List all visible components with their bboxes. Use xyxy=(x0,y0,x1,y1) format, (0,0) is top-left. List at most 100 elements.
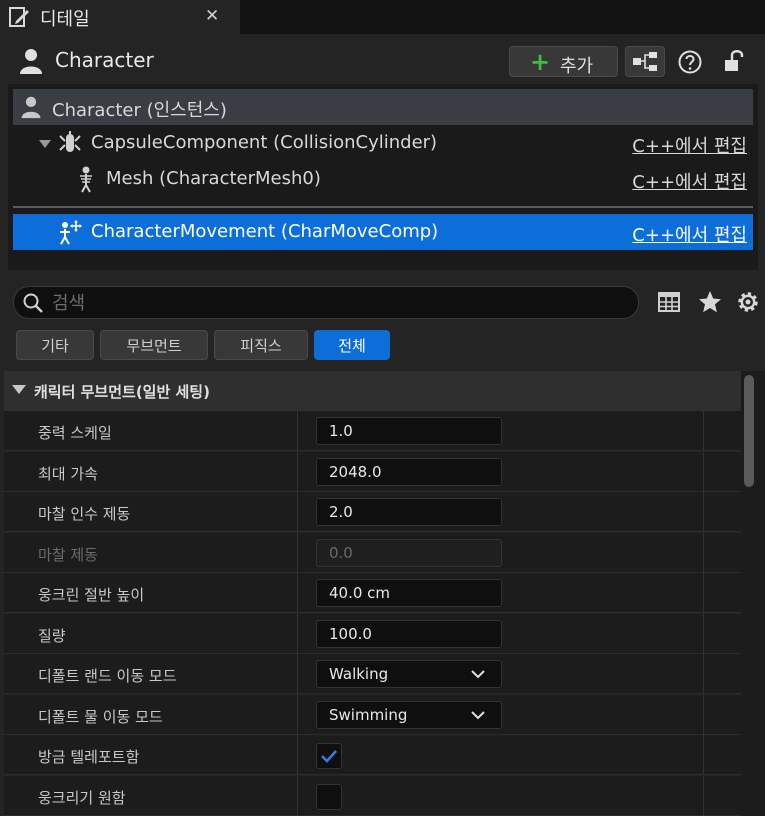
number-field-disabled: 0.0 xyxy=(316,538,502,567)
tree-root-row[interactable]: Character (인스턴스) xyxy=(13,89,753,125)
tree-separator xyxy=(13,206,753,208)
field-value: 40.0 cm xyxy=(329,584,391,602)
column-divider xyxy=(703,735,704,775)
tree-row-capsule[interactable]: CapsuleComponent (CollisionCylinder) C++… xyxy=(13,125,753,161)
checkmark-icon xyxy=(321,750,337,763)
search-input[interactable] xyxy=(52,291,612,315)
add-component-button[interactable]: + 추가 xyxy=(509,46,618,77)
filter-tab-all[interactable]: 전체 xyxy=(314,330,390,360)
column-divider xyxy=(297,492,298,532)
plus-icon: + xyxy=(530,48,551,76)
dropdown-field[interactable]: Walking xyxy=(316,660,502,688)
add-button-label: 추가 xyxy=(560,56,594,77)
tab-bar: 디테일 ✕ xyxy=(0,0,765,34)
search-icon xyxy=(23,293,43,313)
property-label: 최대 가속 xyxy=(38,464,98,483)
property-label: 마찰 인수 제동 xyxy=(38,505,131,523)
column-divider xyxy=(703,654,704,694)
checkbox-unchecked[interactable] xyxy=(316,783,342,810)
details-header: Character + 추가 xyxy=(0,34,765,84)
star-icon[interactable] xyxy=(697,289,723,315)
edit-in-cpp-link[interactable]: C++에서 편집 xyxy=(632,132,747,158)
property-label: 마찰 제동 xyxy=(38,545,98,564)
number-field[interactable]: 2.0 xyxy=(316,498,502,526)
scrollbar-thumb[interactable] xyxy=(744,375,754,487)
tree-item-label: CapsuleComponent (CollisionCylinder) xyxy=(91,132,438,153)
column-divider xyxy=(297,735,298,775)
field-value: Swimming xyxy=(329,705,408,724)
person-icon xyxy=(21,96,41,119)
property-row: 방금 텔레포트함 xyxy=(4,735,741,775)
tree-row-character-movement[interactable]: CharacterMovement (CharMoveComp) C++에서 편… xyxy=(13,214,753,250)
property-row: 디폴트 랜드 이동 모드 Walking xyxy=(4,654,741,694)
tree-row-mesh[interactable]: Mesh (CharacterMesh0) C++에서 편집 xyxy=(13,161,753,197)
category-header[interactable]: 캐릭터 무브먼트(일반 세팅) xyxy=(4,371,741,411)
field-value: Walking xyxy=(329,665,389,683)
column-divider xyxy=(703,573,704,613)
collapse-arrow-icon xyxy=(12,385,26,394)
property-row: 웅크린 절반 높이 40.0 cm xyxy=(4,573,741,613)
capsule-icon xyxy=(59,131,81,152)
details-panel: Character + 추가 Character (인스턴스) CapsuleC… xyxy=(0,34,765,816)
property-row: 마찰 인수 제동 2.0 xyxy=(4,492,741,532)
field-value: 2.0 xyxy=(329,503,353,521)
column-divider xyxy=(703,694,704,735)
column-divider xyxy=(297,694,298,735)
close-icon[interactable]: ✕ xyxy=(205,6,219,26)
help-icon[interactable] xyxy=(677,49,703,75)
chevron-down-icon xyxy=(471,710,485,719)
table-icon[interactable] xyxy=(656,289,682,315)
filter-tab-misc[interactable]: 기타 xyxy=(16,330,94,360)
gear-icon[interactable] xyxy=(735,289,761,315)
column-divider xyxy=(703,411,704,451)
property-row: 중력 스케일 1.0 xyxy=(4,411,741,451)
blueprint-icon xyxy=(633,52,657,71)
field-value: 100.0 xyxy=(329,624,372,643)
column-divider xyxy=(297,411,298,451)
number-field[interactable]: 100.0 xyxy=(316,619,502,648)
property-row: 웅크리기 원함 xyxy=(4,775,741,816)
property-row: 디폴트 물 이동 모드 Swimming xyxy=(4,694,741,735)
skeleton-icon xyxy=(80,166,92,193)
property-label: 웅크린 절반 높이 xyxy=(38,586,145,604)
chevron-down-icon xyxy=(471,670,485,679)
column-divider xyxy=(703,532,704,573)
number-field[interactable]: 1.0 xyxy=(316,417,502,445)
column-divider xyxy=(297,613,298,654)
column-divider xyxy=(297,775,298,816)
column-divider xyxy=(297,532,298,573)
edit-in-cpp-link[interactable]: C++에서 편집 xyxy=(632,221,747,247)
filter-tab-movement[interactable]: 무브먼트 xyxy=(100,330,208,360)
dropdown-field[interactable]: Swimming xyxy=(316,700,502,729)
field-value: 2048.0 xyxy=(329,462,382,481)
blueprint-button[interactable] xyxy=(625,46,665,77)
field-value: 0.0 xyxy=(329,543,353,562)
person-icon xyxy=(20,49,42,74)
search-box xyxy=(13,286,639,319)
column-divider xyxy=(703,451,704,492)
chevron-down-icon[interactable] xyxy=(39,140,51,148)
number-field[interactable]: 2048.0 xyxy=(316,457,502,486)
number-field[interactable]: 40.0 cm xyxy=(316,579,502,607)
tree-item-label: Mesh (CharacterMesh0) xyxy=(106,168,321,189)
lock-icon[interactable] xyxy=(722,48,746,74)
actor-name: Character xyxy=(55,48,154,72)
tab-details[interactable]: 디테일 ✕ xyxy=(0,0,240,34)
property-label: 디폴트 랜드 이동 모드 xyxy=(38,667,177,685)
property-row: 마찰 제동 0.0 xyxy=(4,532,741,573)
field-value: 1.0 xyxy=(329,422,353,440)
tree-root-label: Character (인스턴스) xyxy=(52,100,227,121)
edit-in-cpp-link[interactable]: C++에서 편집 xyxy=(632,168,747,194)
property-label: 웅크리기 원함 xyxy=(38,788,126,807)
component-tree: Character (인스턴스) CapsuleComponent (Colli… xyxy=(8,84,758,270)
property-row: 질량 100.0 xyxy=(4,613,741,654)
tab-title: 디테일 xyxy=(40,9,90,30)
category-label: 캐릭터 무브먼트(일반 세팅) xyxy=(34,383,210,401)
column-divider xyxy=(703,492,704,532)
property-label: 질량 xyxy=(38,626,66,645)
tree-item-label: CharacterMovement (CharMoveComp) xyxy=(91,221,439,242)
column-divider xyxy=(703,775,704,816)
filter-tab-physics[interactable]: 피직스 xyxy=(214,330,308,360)
column-divider xyxy=(703,613,704,654)
checkbox-checked[interactable] xyxy=(316,743,342,769)
